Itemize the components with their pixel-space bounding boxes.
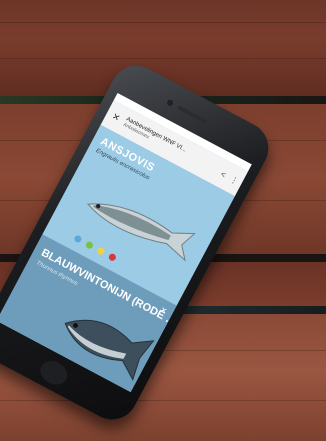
close-icon[interactable]: ✕ xyxy=(107,109,125,125)
wood-grain xyxy=(0,22,326,23)
earpiece xyxy=(177,105,208,124)
home-button xyxy=(36,356,72,390)
front-camera xyxy=(166,98,175,107)
rating-dot-red xyxy=(107,252,118,262)
more-vert-icon[interactable]: ⋮ xyxy=(229,174,240,186)
rating-dot-blue xyxy=(73,234,83,244)
photo-scene: ✕ Aanbevelingen WNF VI... Anbalisomex < … xyxy=(0,0,326,441)
rating-dot-yellow xyxy=(96,246,106,256)
wood-grain xyxy=(0,58,326,59)
rating-dot-green xyxy=(84,240,95,250)
